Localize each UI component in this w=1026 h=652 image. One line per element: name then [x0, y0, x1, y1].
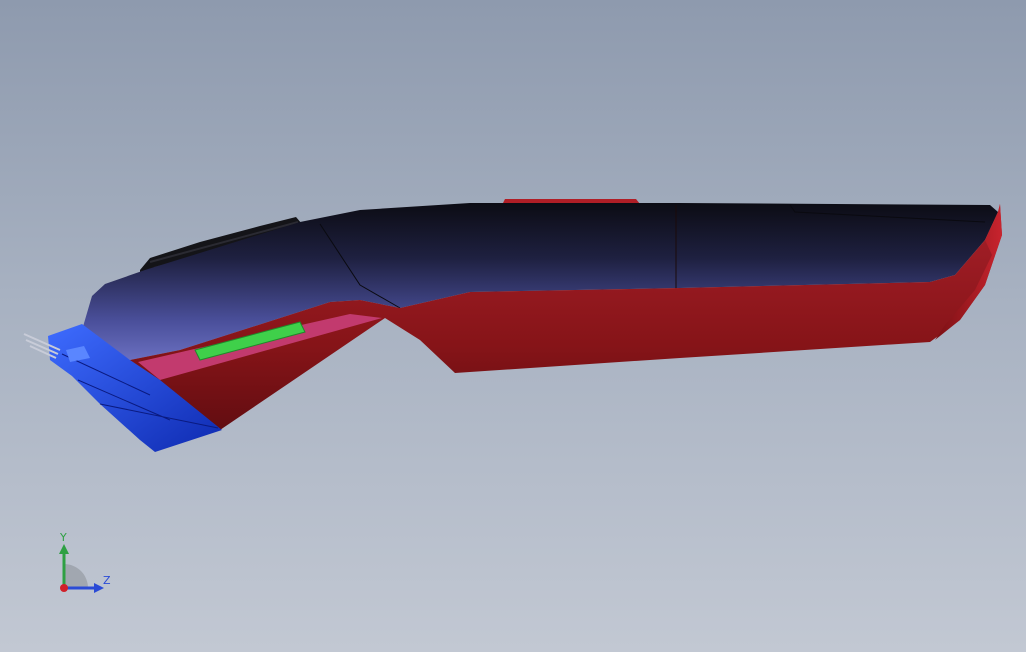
orientation-triad: Y Z: [48, 530, 128, 600]
z-axis-label: Z: [103, 574, 111, 587]
clipper-model[interactable]: [0, 0, 1026, 652]
y-axis-label: Y: [60, 531, 67, 544]
graphics-viewport[interactable]: Y Z: [0, 0, 1026, 652]
